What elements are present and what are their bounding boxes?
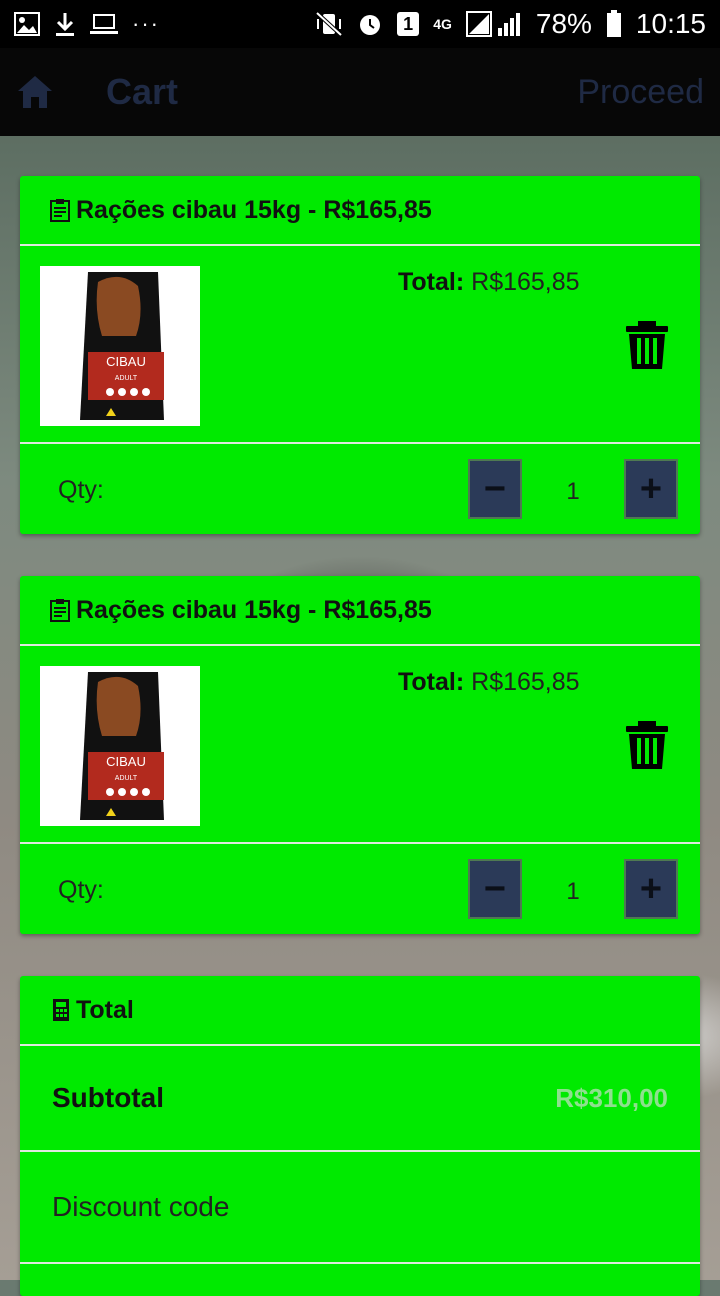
cart-item-body: CIBAU ADULT Total: R$165,85 [20,246,700,444]
subtotal-label: Subtotal [52,1082,164,1113]
cart-item-total: Total: R$165,85 [398,668,580,697]
cart-item-total: Total: R$165,85 [398,268,580,297]
discount-code-row[interactable]: Discount code [20,1152,700,1264]
cart-item-title: Rações cibau 15kg - R$165,85 [76,595,432,624]
decrease-quantity-button[interactable]: − [468,859,522,919]
product-image-brand: CIBAU [106,754,146,769]
product-image-variant: ADULT [115,775,138,782]
discount-code-label: Discount code [52,1191,230,1222]
quantity-value: 1 [566,478,580,505]
cart-item-header: Rações cibau 15kg - R$165,85 [20,176,700,246]
home-icon[interactable] [16,73,54,111]
summary-header: Total [20,976,700,1046]
product-image-brand: CIBAU [106,354,146,369]
product-image[interactable]: CIBAU ADULT [40,666,200,826]
network-type: 4G [433,16,452,32]
increase-quantity-button[interactable]: + [624,459,678,519]
clipboard-icon [50,599,70,622]
quantity-value: 1 [566,878,580,905]
clock: 10:15 [635,8,706,39]
gallery-icon [14,12,40,36]
cart-item-header: Rações cibau 15kg - R$165,85 [20,576,700,646]
product-image[interactable]: CIBAU ADULT [40,266,200,426]
cart-item-card: Rações cibau 15kg - R$165,85 CIBAU ADULT… [20,176,700,534]
product-image-variant: ADULT [115,375,138,382]
status-bar-left: ··· [14,11,160,37]
battery-percent: 78% [535,8,592,39]
calculator-icon [53,999,69,1021]
page-title: Cart [106,71,179,112]
more-notifications-icon: ··· [132,11,160,36]
trash-icon[interactable] [624,720,670,770]
summary-title: Total [76,995,134,1024]
clipboard-icon [50,199,70,222]
increase-quantity-button[interactable]: + [624,859,678,919]
status-bar: ··· 1 4G 78% 10:15 [0,0,720,48]
decrease-quantity-button[interactable]: − [468,459,522,519]
download-icon [56,13,74,36]
cart-item-body: CIBAU ADULT Total: R$165,85 [20,646,700,844]
subtotal-row: Subtotal R$310,00 [20,1046,700,1152]
vibrate-icon [315,11,343,37]
signal-icon [465,11,520,37]
qty-label: Qty: [58,476,104,504]
alarm-icon [360,15,381,35]
notification-count-badge: 1 [397,12,420,36]
subtotal-value: R$310,00 [555,1082,668,1113]
proceed-button[interactable]: Proceed [577,73,704,112]
cart-item-footer: Qty: − 1 + [20,444,700,534]
order-summary-card: Total Subtotal R$310,00 Discount code [20,976,700,1296]
battery-icon [606,10,621,37]
cart-item-title: Rações cibau 15kg - R$165,85 [76,195,432,224]
app-bar: Cart Proceed [0,48,720,136]
qty-label: Qty: [58,876,104,904]
status-bar-right: 1 4G 78% 10:15 [315,8,706,40]
cart-item-footer: Qty: − 1 + [20,844,700,934]
total-label: Total: [398,268,465,296]
total-value: R$165,85 [471,268,580,296]
total-label: Total: [398,668,465,696]
total-value: R$165,85 [471,668,580,696]
trash-icon[interactable] [624,320,670,370]
laptop-icon [90,14,118,34]
cart-item-card: Rações cibau 15kg - R$165,85 CIBAU ADULT… [20,576,700,934]
